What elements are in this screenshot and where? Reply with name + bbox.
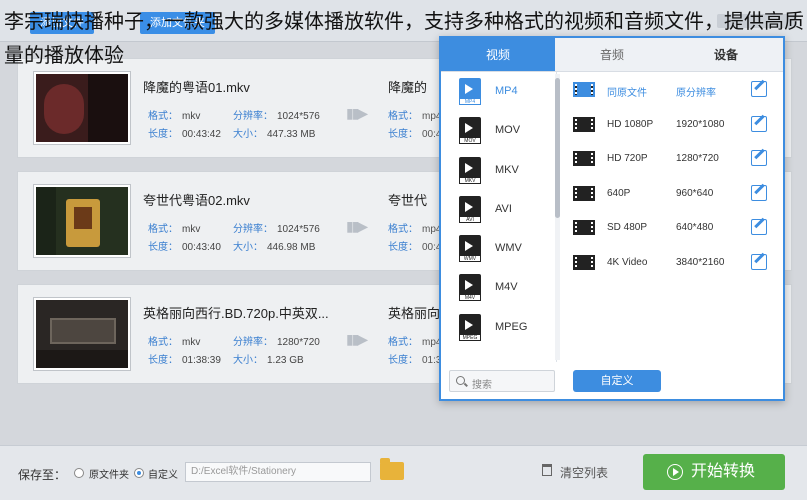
meta-duration: 长度： 00:43:40: [148, 242, 221, 253]
meta-format: 格式： mkv: [148, 224, 201, 235]
folder-icon[interactable]: [380, 458, 404, 480]
format-search-input[interactable]: 搜索: [449, 370, 555, 392]
output-format[interactable]: 格式： mp4: [388, 220, 441, 235]
video-file-icon: WMV: [459, 235, 481, 263]
file-name: 夸世代粤语02.mkv: [143, 193, 250, 208]
meta-resolution: 分辨率： 1024*576: [233, 111, 320, 122]
radio-source-folder-label: 原文件夹: [89, 470, 129, 481]
video-file-icon: MPEG: [459, 313, 481, 341]
format-list: MP4 MP4 MOV MOV MKV MKV AVI AVI WMV WMV …: [441, 72, 557, 362]
format-item-mkv[interactable]: MKV MKV: [441, 151, 556, 190]
output-format[interactable]: 格式： mp4: [388, 333, 441, 348]
film-icon: [573, 185, 595, 201]
search-icon: [456, 376, 465, 385]
clear-list-button[interactable]: 清空列表: [560, 464, 608, 481]
video-thumbnail: [34, 185, 130, 257]
play-icon: [667, 464, 683, 480]
convert-arrow-icon: ▮▮▶: [346, 105, 368, 121]
meta-resolution: 分辨率： 1024*576: [233, 224, 320, 235]
resolution-item[interactable]: HD 1080P 1920*1080: [565, 107, 783, 142]
output-format[interactable]: 格式： mp4: [388, 107, 441, 122]
film-icon: [573, 82, 595, 97]
meta-size: 大小： 1.23 GB: [233, 355, 304, 366]
film-icon: [573, 151, 595, 166]
video-thumbnail: [34, 72, 130, 144]
edit-icon[interactable]: [751, 150, 767, 166]
file-name: 英格丽向西行.BD.720p.中英双...: [143, 306, 329, 321]
radio-custom-folder-label: 自定义: [148, 470, 178, 481]
video-file-icon: MKV: [459, 156, 481, 184]
video-file-icon: MP4: [459, 78, 481, 105]
output-name: 降魔的: [388, 80, 428, 95]
edit-icon[interactable]: [751, 184, 767, 201]
edit-icon[interactable]: [751, 253, 767, 270]
meta-size: 大小： 446.98 MB: [233, 242, 316, 253]
edit-icon[interactable]: [751, 81, 767, 97]
radio-custom-folder[interactable]: [134, 468, 144, 478]
format-item-mpeg[interactable]: MPEG MPEG: [441, 308, 556, 347]
meta-format: 格式： mkv: [148, 111, 201, 122]
convert-arrow-icon: ▮▮▶: [346, 331, 368, 347]
edit-icon[interactable]: [751, 115, 767, 132]
start-convert-button[interactable]: 开始转换: [643, 454, 785, 490]
resolution-item[interactable]: 640P 960*640: [565, 176, 783, 211]
resolution-item[interactable]: 4K Video 3840*2160: [565, 245, 783, 280]
format-item-mp4[interactable]: MP4 MP4: [441, 72, 556, 111]
video-file-icon: MOV: [459, 117, 481, 145]
output-name: 夸世代: [388, 193, 428, 208]
meta-format: 格式： mkv: [148, 337, 201, 348]
meta-resolution: 分辨率： 1280*720: [233, 337, 320, 348]
film-icon: [573, 116, 595, 132]
meta-size: 大小： 447.33 MB: [233, 129, 316, 140]
overlay-caption: 李宗瑞快播种子，一款强大的多媒体播放软件，支持多种格式的视频和音频文件，提供高质…: [4, 9, 804, 67]
video-thumbnail: [34, 298, 130, 370]
format-item-wmv[interactable]: WMV WMV: [441, 229, 556, 268]
radio-source-folder[interactable]: [74, 468, 84, 478]
save-to-label: 保存至：: [18, 468, 67, 482]
resolution-item[interactable]: 同原文件 原分辨率: [565, 72, 783, 107]
format-scrollbar-thumb[interactable]: [555, 78, 560, 218]
format-item-m4v[interactable]: M4V M4V: [441, 268, 556, 307]
format-item-mov[interactable]: MOV MOV: [441, 111, 556, 150]
film-icon: [573, 254, 595, 270]
resolution-item[interactable]: HD 720P 1280*720: [565, 141, 783, 176]
video-file-icon: M4V: [459, 274, 481, 302]
bottom-bar: 保存至： 原文件夹 自定义 D:/Excel软件/Stationery 清空列表…: [0, 445, 807, 500]
convert-arrow-icon: ▮▮▶: [346, 218, 368, 234]
output-path-input[interactable]: D:/Excel软件/Stationery: [185, 462, 371, 482]
resolution-item[interactable]: SD 480P 640*480: [565, 210, 783, 245]
trash-icon[interactable]: [542, 464, 552, 476]
video-file-icon: AVI: [459, 195, 481, 223]
format-popup: 视频 音频 设备 MP4 MP4 MOV MOV MKV MKV AVI AVI…: [439, 36, 785, 401]
meta-duration: 长度： 01:38:39: [148, 355, 221, 366]
file-name: 降魔的粤语01.mkv: [143, 80, 250, 95]
custom-button[interactable]: 自定义: [573, 370, 661, 392]
film-icon: [573, 220, 595, 235]
edit-icon[interactable]: [751, 219, 767, 235]
format-item-avi[interactable]: AVI AVI: [441, 190, 556, 229]
resolution-list: 同原文件 原分辨率 HD 1080P 1920*1080 HD 720P 128…: [565, 72, 783, 279]
output-name: 英格丽向: [388, 306, 441, 321]
meta-duration: 长度： 00:43:42: [148, 129, 221, 140]
